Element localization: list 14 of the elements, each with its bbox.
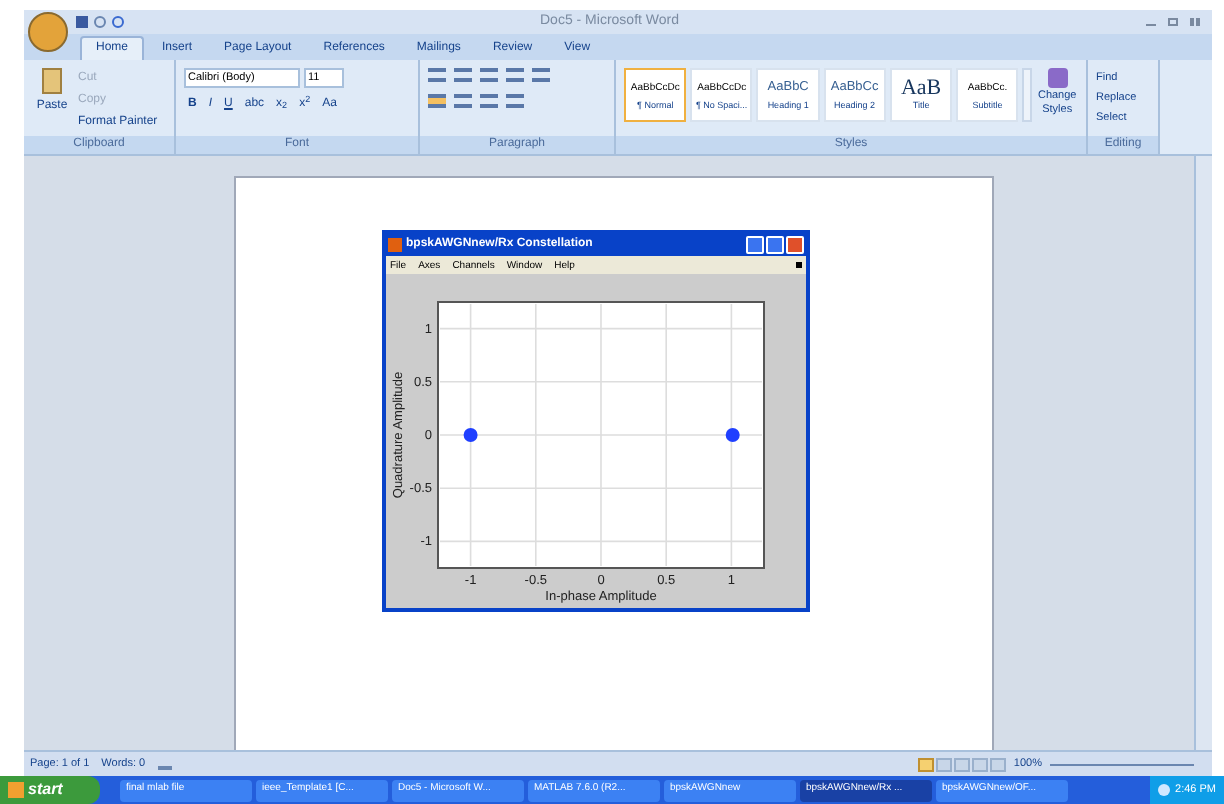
network-icon bbox=[1157, 784, 1170, 796]
maximize-icon[interactable] bbox=[1168, 18, 1178, 26]
start-button[interactable]: start bbox=[0, 776, 100, 804]
matlab-icon bbox=[388, 238, 402, 252]
minimize-button[interactable] bbox=[746, 236, 764, 254]
data-point bbox=[725, 428, 740, 442]
close-button[interactable] bbox=[786, 236, 804, 254]
gallery-scrollbar[interactable] bbox=[1022, 68, 1033, 122]
windows-logo-icon bbox=[8, 782, 24, 798]
maximize-button[interactable] bbox=[766, 236, 784, 254]
office-button[interactable] bbox=[28, 12, 68, 52]
vertical-scrollbar[interactable] bbox=[1194, 156, 1212, 750]
data-point bbox=[463, 428, 478, 442]
clipboard-icon bbox=[42, 68, 62, 94]
